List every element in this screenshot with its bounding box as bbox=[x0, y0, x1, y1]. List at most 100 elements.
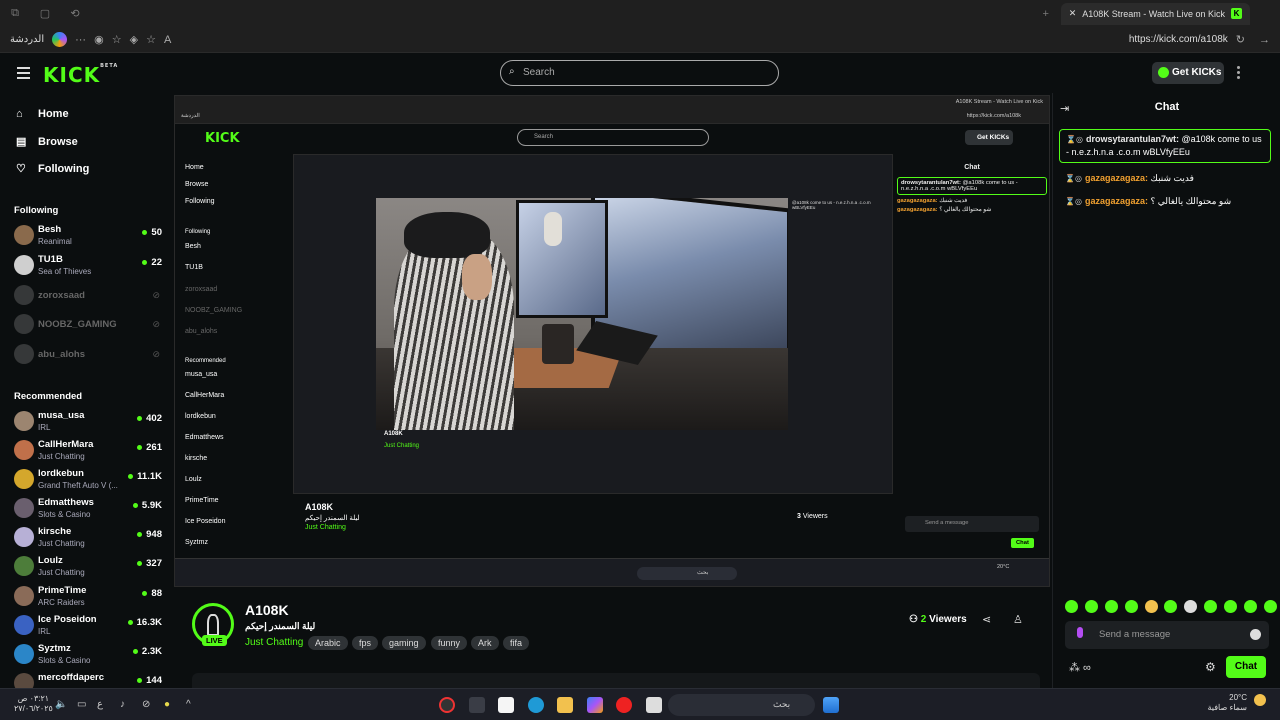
tab-actions-icon[interactable]: ⧉ bbox=[0, 7, 30, 20]
chat-points-icon[interactable]: ⁂ ∞ bbox=[1069, 661, 1091, 674]
address-url[interactable]: https://kick.com/a108k bbox=[1129, 34, 1228, 45]
emote-icon[interactable] bbox=[1184, 600, 1198, 613]
read-aloud-icon[interactable]: A bbox=[164, 34, 171, 46]
follow-user-icon[interactable]: ♙ bbox=[1013, 613, 1023, 626]
copilot-icon[interactable] bbox=[52, 32, 68, 47]
recommended-channel[interactable]: musa_usa IRL 402 bbox=[14, 408, 166, 434]
tag-chip[interactable]: gaming bbox=[382, 636, 426, 650]
window-app-icon[interactable] bbox=[646, 697, 662, 713]
tag-chip[interactable]: fps bbox=[352, 636, 379, 650]
recording-app-icon[interactable] bbox=[439, 697, 455, 713]
nav-following[interactable]: ♡ Following bbox=[16, 162, 89, 176]
chat-message[interactable]: ⌛◎ gazagazagaza: شو محتوالك يالغالي ؟ bbox=[1059, 192, 1271, 211]
menu-icon[interactable] bbox=[17, 67, 30, 82]
following-channel[interactable]: Besh Reanimal 50 bbox=[14, 222, 166, 248]
microphone-icon[interactable] bbox=[1077, 627, 1083, 638]
browser-essentials-icon[interactable]: ◈ bbox=[130, 33, 138, 46]
share-icon[interactable]: ⋖ bbox=[982, 613, 991, 626]
avatar bbox=[14, 225, 34, 245]
new-tab-icon[interactable]: + bbox=[1031, 8, 1061, 20]
edge-icon[interactable] bbox=[528, 697, 544, 713]
emote-icon[interactable] bbox=[1144, 600, 1158, 613]
tag-chip[interactable]: Ark bbox=[471, 636, 499, 650]
profile-label[interactable]: الدردشة bbox=[10, 34, 44, 45]
language-indicator[interactable]: ع bbox=[97, 699, 103, 710]
emote-icon[interactable] bbox=[1244, 600, 1258, 613]
emote-icon[interactable] bbox=[1104, 600, 1118, 613]
nested-page: KICK Search Get KICKs Home Browse Follow… bbox=[175, 124, 1049, 567]
close-tab-icon[interactable]: ✕ bbox=[1069, 8, 1077, 19]
refresh-icon[interactable]: ↻ bbox=[1236, 33, 1245, 46]
recommended-channel[interactable]: kirsche Just Chatting 948 bbox=[14, 524, 166, 550]
volume-icon[interactable]: 🔈 bbox=[55, 699, 67, 710]
video-player[interactable]: A108K Stream - Watch Live on Kick الدردش… bbox=[174, 95, 1050, 587]
avatar bbox=[14, 440, 34, 460]
nested2-chat: @a108k come to us - n.e.z.h.n.a .c.o.m w… bbox=[792, 200, 871, 210]
system-clock[interactable]: ٠٣:٢١ ص ٢٧/٠٦/٢٠٢٥ bbox=[14, 694, 53, 714]
chat-input[interactable]: Send a message bbox=[1065, 621, 1269, 649]
emote-icon[interactable] bbox=[1124, 600, 1138, 613]
recommended-channel[interactable]: CallHerMara Just Chatting 261 bbox=[14, 437, 166, 463]
recommended-channel[interactable]: Syztmz Slots & Casino 2.3K bbox=[14, 641, 166, 667]
mic-icon[interactable]: ♪ bbox=[120, 699, 125, 710]
network-icon[interactable]: ▭ bbox=[77, 699, 86, 710]
recommended-channel[interactable]: Ice Poseidon IRL 16.3K bbox=[14, 612, 166, 638]
emote-icon[interactable] bbox=[1065, 600, 1078, 613]
recommended-channel[interactable]: PrimeTime ARC Raiders 88 bbox=[14, 583, 166, 609]
following-channel-offline[interactable]: NOOBZ_GAMING ⊘ bbox=[14, 311, 166, 337]
start-icon[interactable] bbox=[823, 697, 839, 713]
avatar-icon[interactable]: ◉ bbox=[94, 33, 104, 46]
chat-message[interactable]: ⌛◎ drowsytarantulan7wt: @a108k come to us… bbox=[1059, 129, 1271, 163]
badge-icon: ⌛◎ bbox=[1065, 197, 1082, 206]
emote-icon[interactable] bbox=[1164, 600, 1178, 613]
chat-send-button[interactable]: Chat bbox=[1226, 656, 1266, 678]
emote-icon[interactable] bbox=[1263, 600, 1277, 613]
nav-home[interactable]: ⌂ Home bbox=[16, 108, 69, 120]
gear-icon[interactable]: ⚙ bbox=[1205, 660, 1216, 674]
streamer-name[interactable]: A108K bbox=[245, 602, 289, 618]
emote-icon[interactable] bbox=[1084, 600, 1098, 613]
kick-logo[interactable]: KICKBETA bbox=[43, 63, 118, 87]
opera-icon[interactable] bbox=[616, 697, 632, 713]
recommended-channel[interactable]: lordkebun Grand Theft Auto V (... 11.1K bbox=[14, 466, 166, 492]
emote-icon[interactable] bbox=[1204, 600, 1218, 613]
nested-chat: Chat drowsytarantulan7wt: @a108k come to… bbox=[897, 164, 1047, 548]
recommended-channel[interactable]: Edmatthews Slots & Casino 5.9K bbox=[14, 495, 166, 521]
nav-browse[interactable]: ▤ Browse bbox=[16, 135, 78, 149]
app-tray-icon[interactable]: ● bbox=[164, 699, 170, 710]
following-channel-offline[interactable]: zoroxsaad ⊘ bbox=[14, 282, 166, 308]
more-icon[interactable]: ··· bbox=[75, 34, 86, 46]
avatar bbox=[14, 411, 34, 431]
emote-icon[interactable] bbox=[1224, 600, 1238, 613]
tag-chip[interactable]: funny bbox=[431, 636, 468, 650]
file-explorer-icon[interactable] bbox=[557, 697, 573, 713]
search-input[interactable]: ⌕ Search bbox=[500, 60, 779, 86]
recommended-channel[interactable]: mercoffdaperc 144 bbox=[14, 670, 166, 688]
tray-expand-icon[interactable]: ^ bbox=[186, 699, 191, 710]
tag-chip[interactable]: Arabic bbox=[308, 636, 348, 650]
get-kicks-button[interactable]: Get KICKs bbox=[1152, 62, 1224, 84]
history-icon[interactable]: ⟲ bbox=[60, 7, 90, 20]
stream-category[interactable]: Just Chatting bbox=[245, 637, 303, 648]
tag-chip[interactable]: fifa bbox=[503, 636, 530, 650]
store-icon[interactable] bbox=[498, 697, 514, 713]
add-favorite-icon[interactable]: ☆ bbox=[146, 33, 156, 46]
favorites-icon[interactable]: ☆ bbox=[112, 33, 122, 46]
emoji-icon[interactable] bbox=[1250, 629, 1261, 640]
nested-search: Search bbox=[517, 129, 709, 146]
workspaces-icon[interactable]: ▢ bbox=[30, 7, 60, 20]
more-options-icon[interactable] bbox=[1237, 66, 1241, 80]
copilot-app-icon[interactable] bbox=[587, 697, 603, 713]
recommended-channel[interactable]: Loulz Just Chatting 327 bbox=[14, 553, 166, 579]
forward-icon[interactable]: → bbox=[1259, 34, 1270, 46]
chat-message[interactable]: ⌛◎ gazagazagaza: فديت شنبك bbox=[1059, 169, 1271, 188]
stream-camera-image bbox=[376, 198, 788, 430]
following-channel-offline[interactable]: abu_alohs ⊘ bbox=[14, 341, 166, 367]
camera-off-icon[interactable]: ⊘ bbox=[142, 699, 150, 710]
browser-tab-active[interactable]: ✕ A108K Stream - Watch Live on Kick K bbox=[1060, 2, 1250, 25]
following-channel[interactable]: TU1B Sea of Thieves 22 bbox=[14, 252, 166, 278]
taskbar-search[interactable]: بحث bbox=[668, 694, 815, 716]
nested-stream-info: A108K ليلة السمندر إحيكم Just Chatting bbox=[305, 502, 360, 531]
task-view-icon[interactable] bbox=[469, 697, 485, 713]
weather-widget[interactable]: 20°C سماء صافية bbox=[1205, 693, 1247, 713]
